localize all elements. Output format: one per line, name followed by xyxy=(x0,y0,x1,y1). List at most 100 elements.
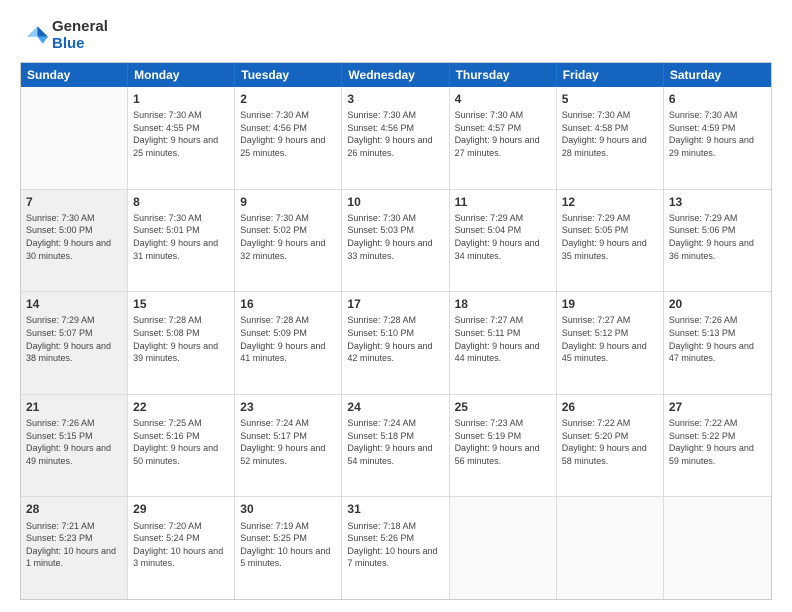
day-cell-20: 20 Sunrise: 7:26 AM Sunset: 5:13 PM Dayli… xyxy=(664,292,771,394)
day-cell-18: 18 Sunrise: 7:27 AM Sunset: 5:11 PM Dayli… xyxy=(450,292,557,394)
day-number: 20 xyxy=(669,296,766,312)
cell-info: Sunrise: 7:30 AM Sunset: 4:56 PM Dayligh… xyxy=(347,109,443,159)
cell-info: Sunrise: 7:29 AM Sunset: 5:04 PM Dayligh… xyxy=(455,212,551,262)
day-cell-21: 21 Sunrise: 7:26 AM Sunset: 5:15 PM Dayli… xyxy=(21,395,128,497)
day-cell-23: 23 Sunrise: 7:24 AM Sunset: 5:17 PM Dayli… xyxy=(235,395,342,497)
day-cell-17: 17 Sunrise: 7:28 AM Sunset: 5:10 PM Dayli… xyxy=(342,292,449,394)
day-cell-29: 29 Sunrise: 7:20 AM Sunset: 5:24 PM Dayli… xyxy=(128,497,235,599)
day-cell-15: 15 Sunrise: 7:28 AM Sunset: 5:08 PM Dayli… xyxy=(128,292,235,394)
week-row-3: 14Sunrise: 7:29 AM Sunset: 5:07 PM Dayli… xyxy=(21,291,771,394)
cell-info: Sunrise: 7:30 AM Sunset: 4:59 PM Dayligh… xyxy=(669,109,766,159)
page: General Blue SundayMondayTuesdayWednesda… xyxy=(0,0,792,612)
cell-info: Sunrise: 7:30 AM Sunset: 5:00 PM Dayligh… xyxy=(26,212,122,262)
day-number: 18 xyxy=(455,296,551,312)
day-number: 26 xyxy=(562,399,658,415)
day-number: 15 xyxy=(133,296,229,312)
cell-info: Sunrise: 7:30 AM Sunset: 4:55 PM Dayligh… xyxy=(133,109,229,159)
day-number: 22 xyxy=(133,399,229,415)
day-number: 19 xyxy=(562,296,658,312)
day-number: 16 xyxy=(240,296,336,312)
cell-info: Sunrise: 7:29 AM Sunset: 5:06 PM Dayligh… xyxy=(669,212,766,262)
day-cell-1: 1 Sunrise: 7:30 AM Sunset: 4:55 PM Daylig… xyxy=(128,87,235,189)
day-number: 12 xyxy=(562,194,658,210)
cell-info: Sunrise: 7:20 AM Sunset: 5:24 PM Dayligh… xyxy=(133,520,229,570)
day-cell-2: 2Sunrise: 7:30 AM Sunset: 4:56 PM Daylig… xyxy=(235,87,342,189)
cell-info: Sunrise: 7:21 AM Sunset: 5:23 PM Dayligh… xyxy=(26,520,122,570)
day-cell-10: 10 Sunrise: 7:30 AM Sunset: 5:03 PM Dayli… xyxy=(342,190,449,292)
day-number: 17 xyxy=(347,296,443,312)
day-number: 4 xyxy=(455,91,551,107)
header-day-monday: Monday xyxy=(128,63,235,87)
day-cell-26: 26 Sunrise: 7:22 AM Sunset: 5:20 PM Dayli… xyxy=(557,395,664,497)
cell-info: Sunrise: 7:27 AM Sunset: 5:12 PM Dayligh… xyxy=(562,314,658,364)
day-cell-11: 11Sunrise: 7:29 AM Sunset: 5:04 PM Dayli… xyxy=(450,190,557,292)
logo-icon xyxy=(20,21,48,49)
cell-info: Sunrise: 7:18 AM Sunset: 5:26 PM Dayligh… xyxy=(347,520,443,570)
day-cell-30: 30 Sunrise: 7:19 AM Sunset: 5:25 PM Dayli… xyxy=(235,497,342,599)
week-row-2: 7Sunrise: 7:30 AM Sunset: 5:00 PM Daylig… xyxy=(21,189,771,292)
cell-info: Sunrise: 7:25 AM Sunset: 5:16 PM Dayligh… xyxy=(133,417,229,467)
day-number: 23 xyxy=(240,399,336,415)
calendar-header: SundayMondayTuesdayWednesdayThursdayFrid… xyxy=(21,63,771,87)
cell-info: Sunrise: 7:22 AM Sunset: 5:20 PM Dayligh… xyxy=(562,417,658,467)
day-number: 10 xyxy=(347,194,443,210)
day-cell-25: 25 Sunrise: 7:23 AM Sunset: 5:19 PM Dayli… xyxy=(450,395,557,497)
empty-cell xyxy=(664,497,771,599)
calendar-body: 1 Sunrise: 7:30 AM Sunset: 4:55 PM Daylig… xyxy=(21,87,771,599)
day-cell-27: 27 Sunrise: 7:22 AM Sunset: 5:22 PM Dayli… xyxy=(664,395,771,497)
cell-info: Sunrise: 7:26 AM Sunset: 5:15 PM Dayligh… xyxy=(26,417,122,467)
day-number: 21 xyxy=(26,399,122,415)
week-row-4: 21 Sunrise: 7:26 AM Sunset: 5:15 PM Dayli… xyxy=(21,394,771,497)
cell-info: Sunrise: 7:26 AM Sunset: 5:13 PM Dayligh… xyxy=(669,314,766,364)
day-number: 27 xyxy=(669,399,766,415)
header: General Blue xyxy=(20,18,772,52)
day-number: 13 xyxy=(669,194,766,210)
cell-info: Sunrise: 7:30 AM Sunset: 4:57 PM Dayligh… xyxy=(455,109,551,159)
day-number: 2 xyxy=(240,91,336,107)
day-number: 5 xyxy=(562,91,658,107)
day-cell-4: 4 Sunrise: 7:30 AM Sunset: 4:57 PM Daylig… xyxy=(450,87,557,189)
header-day-wednesday: Wednesday xyxy=(342,63,449,87)
cell-info: Sunrise: 7:30 AM Sunset: 5:02 PM Dayligh… xyxy=(240,212,336,262)
empty-cell xyxy=(557,497,664,599)
cell-info: Sunrise: 7:30 AM Sunset: 4:58 PM Dayligh… xyxy=(562,109,658,159)
day-number: 29 xyxy=(133,501,229,517)
cell-info: Sunrise: 7:24 AM Sunset: 5:17 PM Dayligh… xyxy=(240,417,336,467)
day-cell-16: 16 Sunrise: 7:28 AM Sunset: 5:09 PM Dayli… xyxy=(235,292,342,394)
day-number: 14 xyxy=(26,296,122,312)
cell-info: Sunrise: 7:28 AM Sunset: 5:09 PM Dayligh… xyxy=(240,314,336,364)
day-cell-28: 28 Sunrise: 7:21 AM Sunset: 5:23 PM Dayli… xyxy=(21,497,128,599)
calendar: SundayMondayTuesdayWednesdayThursdayFrid… xyxy=(20,62,772,600)
header-day-friday: Friday xyxy=(557,63,664,87)
empty-cell xyxy=(450,497,557,599)
cell-info: Sunrise: 7:22 AM Sunset: 5:22 PM Dayligh… xyxy=(669,417,766,467)
day-number: 30 xyxy=(240,501,336,517)
cell-info: Sunrise: 7:28 AM Sunset: 5:10 PM Dayligh… xyxy=(347,314,443,364)
day-cell-7: 7Sunrise: 7:30 AM Sunset: 5:00 PM Daylig… xyxy=(21,190,128,292)
header-day-tuesday: Tuesday xyxy=(235,63,342,87)
cell-info: Sunrise: 7:27 AM Sunset: 5:11 PM Dayligh… xyxy=(455,314,551,364)
day-number: 28 xyxy=(26,501,122,517)
day-cell-22: 22 Sunrise: 7:25 AM Sunset: 5:16 PM Dayli… xyxy=(128,395,235,497)
day-number: 6 xyxy=(669,91,766,107)
day-cell-13: 13 Sunrise: 7:29 AM Sunset: 5:06 PM Dayli… xyxy=(664,190,771,292)
day-cell-12: 12Sunrise: 7:29 AM Sunset: 5:05 PM Dayli… xyxy=(557,190,664,292)
day-number: 9 xyxy=(240,194,336,210)
cell-info: Sunrise: 7:28 AM Sunset: 5:08 PM Dayligh… xyxy=(133,314,229,364)
day-cell-9: 9 Sunrise: 7:30 AM Sunset: 5:02 PM Daylig… xyxy=(235,190,342,292)
day-cell-8: 8 Sunrise: 7:30 AM Sunset: 5:01 PM Daylig… xyxy=(128,190,235,292)
day-number: 1 xyxy=(133,91,229,107)
day-cell-3: 3Sunrise: 7:30 AM Sunset: 4:56 PM Daylig… xyxy=(342,87,449,189)
day-cell-19: 19 Sunrise: 7:27 AM Sunset: 5:12 PM Dayli… xyxy=(557,292,664,394)
day-number: 8 xyxy=(133,194,229,210)
cell-info: Sunrise: 7:23 AM Sunset: 5:19 PM Dayligh… xyxy=(455,417,551,467)
week-row-5: 28 Sunrise: 7:21 AM Sunset: 5:23 PM Dayli… xyxy=(21,496,771,599)
cell-info: Sunrise: 7:30 AM Sunset: 5:01 PM Dayligh… xyxy=(133,212,229,262)
cell-info: Sunrise: 7:30 AM Sunset: 5:03 PM Dayligh… xyxy=(347,212,443,262)
empty-cell xyxy=(21,87,128,189)
logo: General Blue xyxy=(20,18,108,52)
cell-info: Sunrise: 7:19 AM Sunset: 5:25 PM Dayligh… xyxy=(240,520,336,570)
day-number: 25 xyxy=(455,399,551,415)
day-cell-6: 6 Sunrise: 7:30 AM Sunset: 4:59 PM Daylig… xyxy=(664,87,771,189)
logo-text: General Blue xyxy=(52,18,108,52)
